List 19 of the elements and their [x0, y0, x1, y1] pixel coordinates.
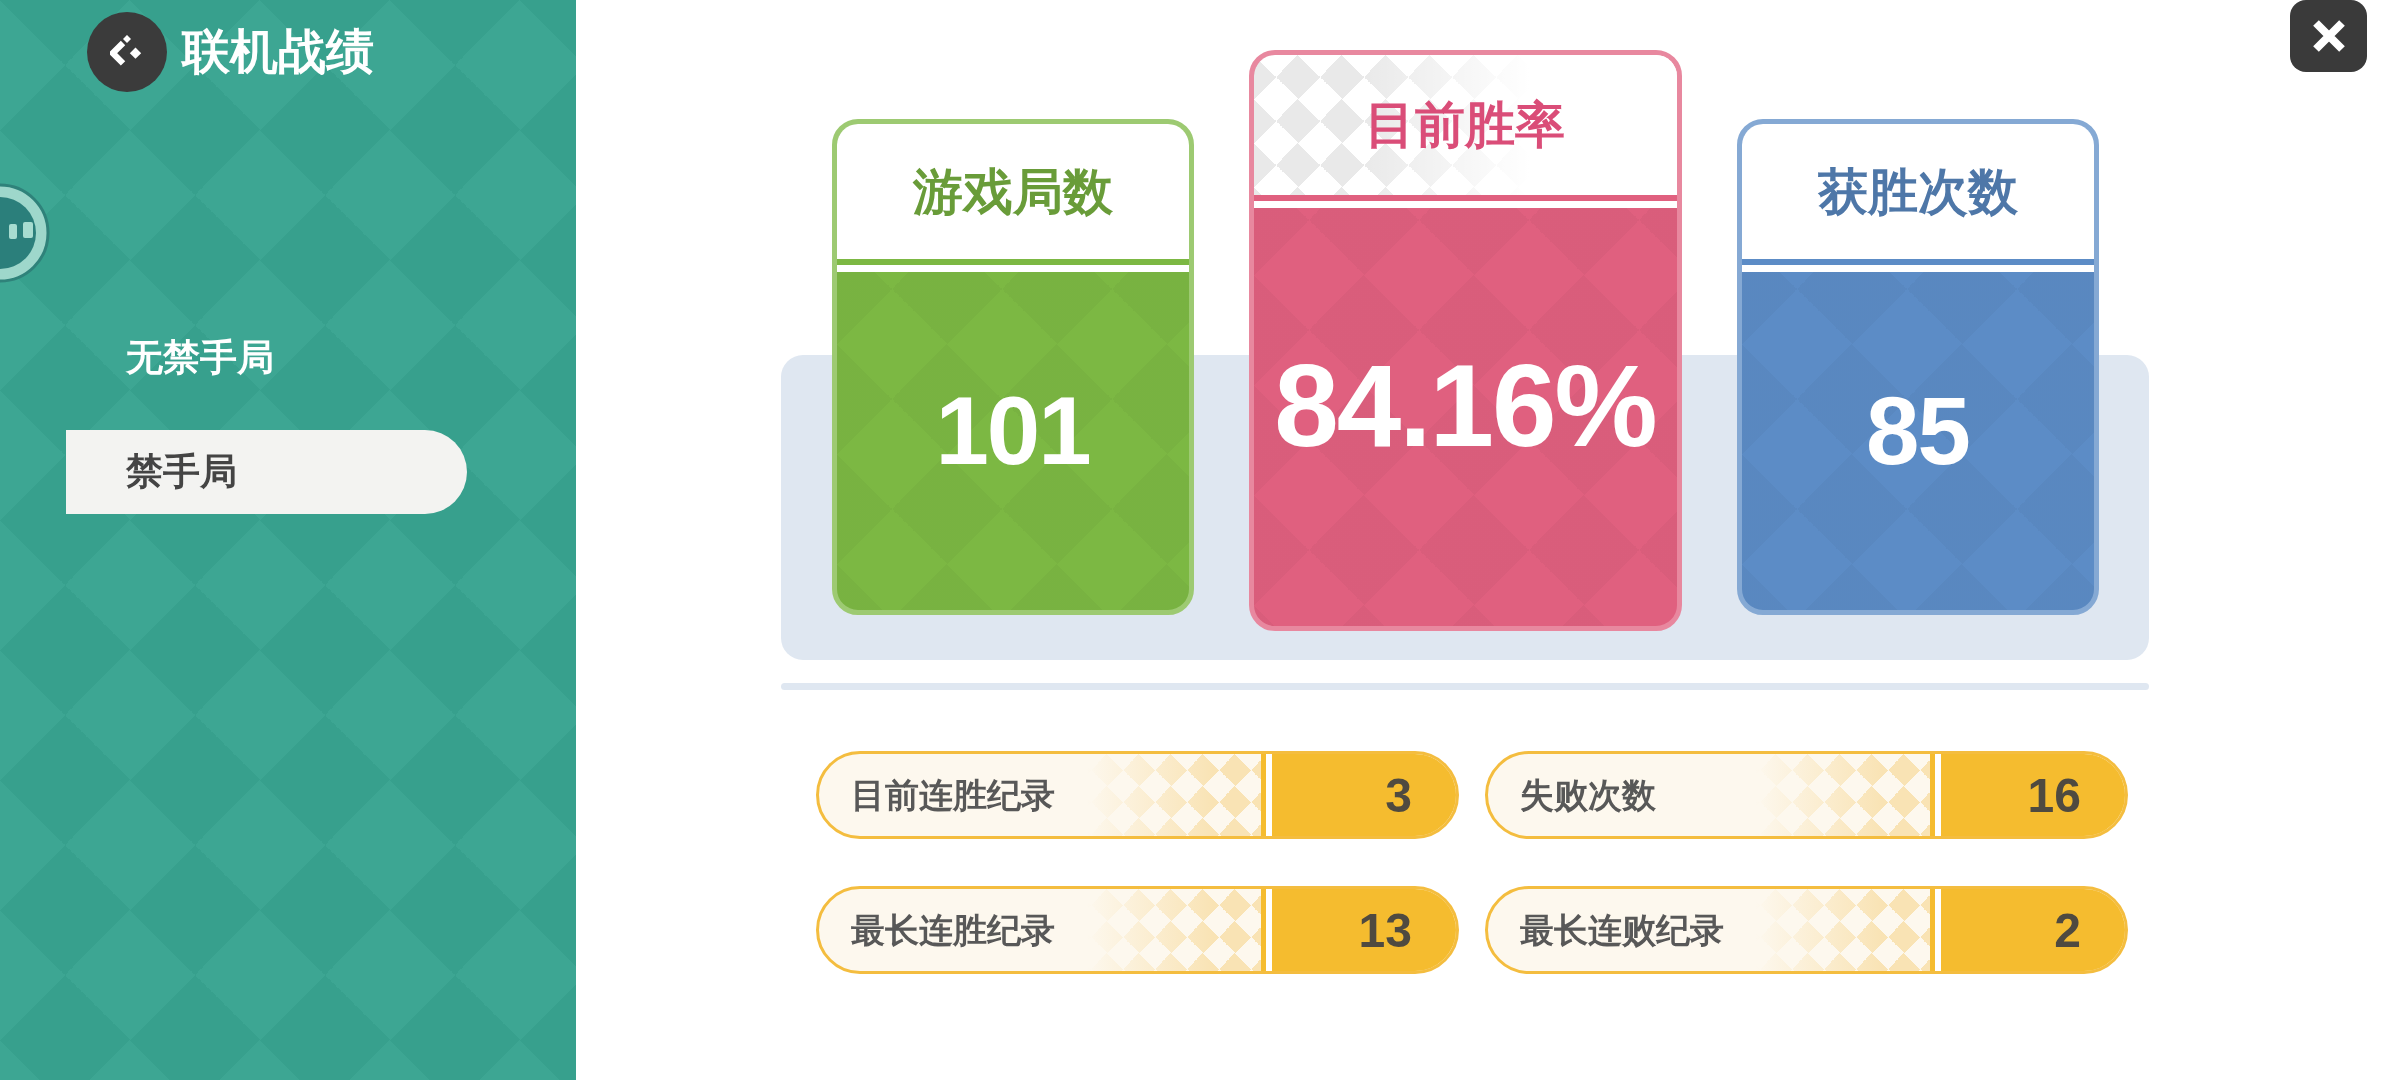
- record-label: 最长连胜纪录: [851, 909, 1055, 951]
- page-title: 联机战绩: [182, 24, 374, 81]
- card-value: 85: [1866, 378, 1969, 484]
- card-value: 101: [935, 378, 1090, 484]
- record-label: 最长连败纪录: [1520, 909, 1724, 951]
- record-value: 16: [1930, 754, 2125, 836]
- record-value: 2: [1930, 889, 2125, 971]
- close-icon: [2310, 18, 2347, 54]
- close-button[interactable]: [2290, 0, 2367, 72]
- card-value: 84.16%: [1274, 343, 1656, 471]
- card-title: 获胜次数: [1817, 162, 2018, 222]
- record-value: 13: [1261, 889, 1456, 971]
- sidebar-item[interactable]: 禁手局: [66, 430, 467, 514]
- round-eyes-icon[interactable]: [0, 182, 50, 284]
- record-value: 3: [1261, 754, 1456, 836]
- record-label: 失败次数: [1520, 774, 1656, 816]
- record-label: 目前连胜纪录: [851, 774, 1055, 816]
- card-title: 目前胜率: [1365, 96, 1565, 155]
- card-title: 游戏局数: [912, 162, 1113, 222]
